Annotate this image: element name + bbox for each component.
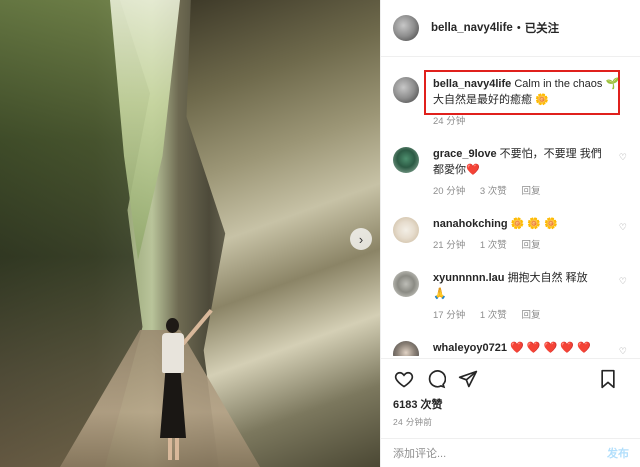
list-item: whaleyoy0721 ❤️ ❤️ ❤️ ❤️ ❤️ ♡ [381, 340, 640, 356]
post-photo[interactable]: › [0, 0, 380, 467]
like-count[interactable]: 6183 次赞 [393, 396, 443, 412]
avatar[interactable] [393, 147, 419, 173]
heart-icon[interactable]: ♡ [619, 152, 627, 163]
reply-button[interactable]: 回复 [521, 186, 540, 197]
avatar[interactable] [393, 341, 419, 356]
save-icon[interactable] [597, 368, 619, 390]
comment-username[interactable]: nanahokching [433, 218, 508, 230]
comment-time: 17 分钟 [433, 310, 466, 321]
heart-emoji: ❤️ [466, 164, 480, 176]
caption-text-en: Calm in the chaos [514, 78, 603, 90]
caption-username[interactable]: bella_navy4life [433, 78, 511, 90]
caption-text-cn: 大自然是最好的癒癒 [433, 94, 532, 106]
flower-icon: 🌼 🌼 🌼 [510, 218, 558, 230]
woman-figure [157, 309, 213, 464]
comment-likes[interactable]: 1 次赞 [480, 310, 507, 321]
list-item: xyunnnnn.lau 拥抱大自然 释放 🙏 17 分钟 1 次赞 回复 ♡ [381, 270, 640, 324]
heart-icon[interactable] [393, 368, 415, 390]
pray-icon: 🙏 [433, 288, 447, 300]
comment-text: 拥抱大自然 释放 [507, 272, 588, 284]
comment-likes[interactable]: 3 次赞 [480, 186, 507, 197]
action-bar [381, 358, 640, 398]
header-dot: • [516, 22, 521, 34]
avatar[interactable] [393, 271, 419, 297]
chevron-right-icon[interactable]: › [350, 228, 372, 250]
follow-status-button[interactable]: 已关注 [525, 20, 560, 36]
comment-time: 21 分钟 [433, 240, 466, 251]
reply-button[interactable]: 回复 [521, 310, 540, 321]
add-comment-bar: 添加评论... 发布 [381, 438, 640, 467]
comment-time: 20 分钟 [433, 186, 466, 197]
flower-icon: 🌼 [535, 94, 549, 106]
list-item: nanahokching 🌼 🌼 🌼 21 分钟 1 次赞 回复 ♡ [381, 216, 640, 254]
posted-time[interactable]: 24 分钟前 [393, 416, 432, 428]
caption-time: 24 分钟 [433, 116, 466, 127]
comment-username[interactable]: whaleyoy0721 [433, 342, 507, 354]
avatar[interactable] [393, 217, 419, 243]
caption: bella_navy4life Calm in the chaos 🌱 大自然是… [381, 76, 640, 130]
comment-icon[interactable] [425, 368, 447, 390]
heart-icon[interactable]: ♡ [619, 222, 627, 233]
sprout-icon: 🌱 [605, 78, 620, 90]
heart-emoji: ❤️ ❤️ ❤️ ❤️ ❤️ [510, 342, 591, 354]
comment-input[interactable]: 添加评论... [393, 445, 607, 461]
post-header: bella_navy4life • 已关注 [381, 0, 640, 57]
heart-icon[interactable]: ♡ [619, 346, 627, 356]
avatar[interactable] [393, 77, 419, 103]
comment-username[interactable]: grace_9love [433, 148, 497, 160]
reply-button[interactable]: 回复 [521, 240, 540, 251]
comment-username[interactable]: xyunnnnn.lau [433, 272, 505, 284]
list-item: grace_9love 不要怕，不要理 我們都愛你❤️ 20 分钟 3 次赞 回… [381, 146, 640, 200]
heart-icon[interactable]: ♡ [619, 276, 627, 287]
comment-list: bella_navy4life Calm in the chaos 🌱 大自然是… [381, 66, 640, 356]
comment-likes[interactable]: 1 次赞 [480, 240, 507, 251]
avatar[interactable] [393, 15, 419, 41]
post-side-panel: bella_navy4life • 已关注 bella_navy4life Ca… [380, 0, 640, 467]
post-button[interactable]: 发布 [607, 445, 629, 461]
share-icon[interactable] [457, 368, 479, 390]
header-username[interactable]: bella_navy4life [431, 22, 513, 34]
